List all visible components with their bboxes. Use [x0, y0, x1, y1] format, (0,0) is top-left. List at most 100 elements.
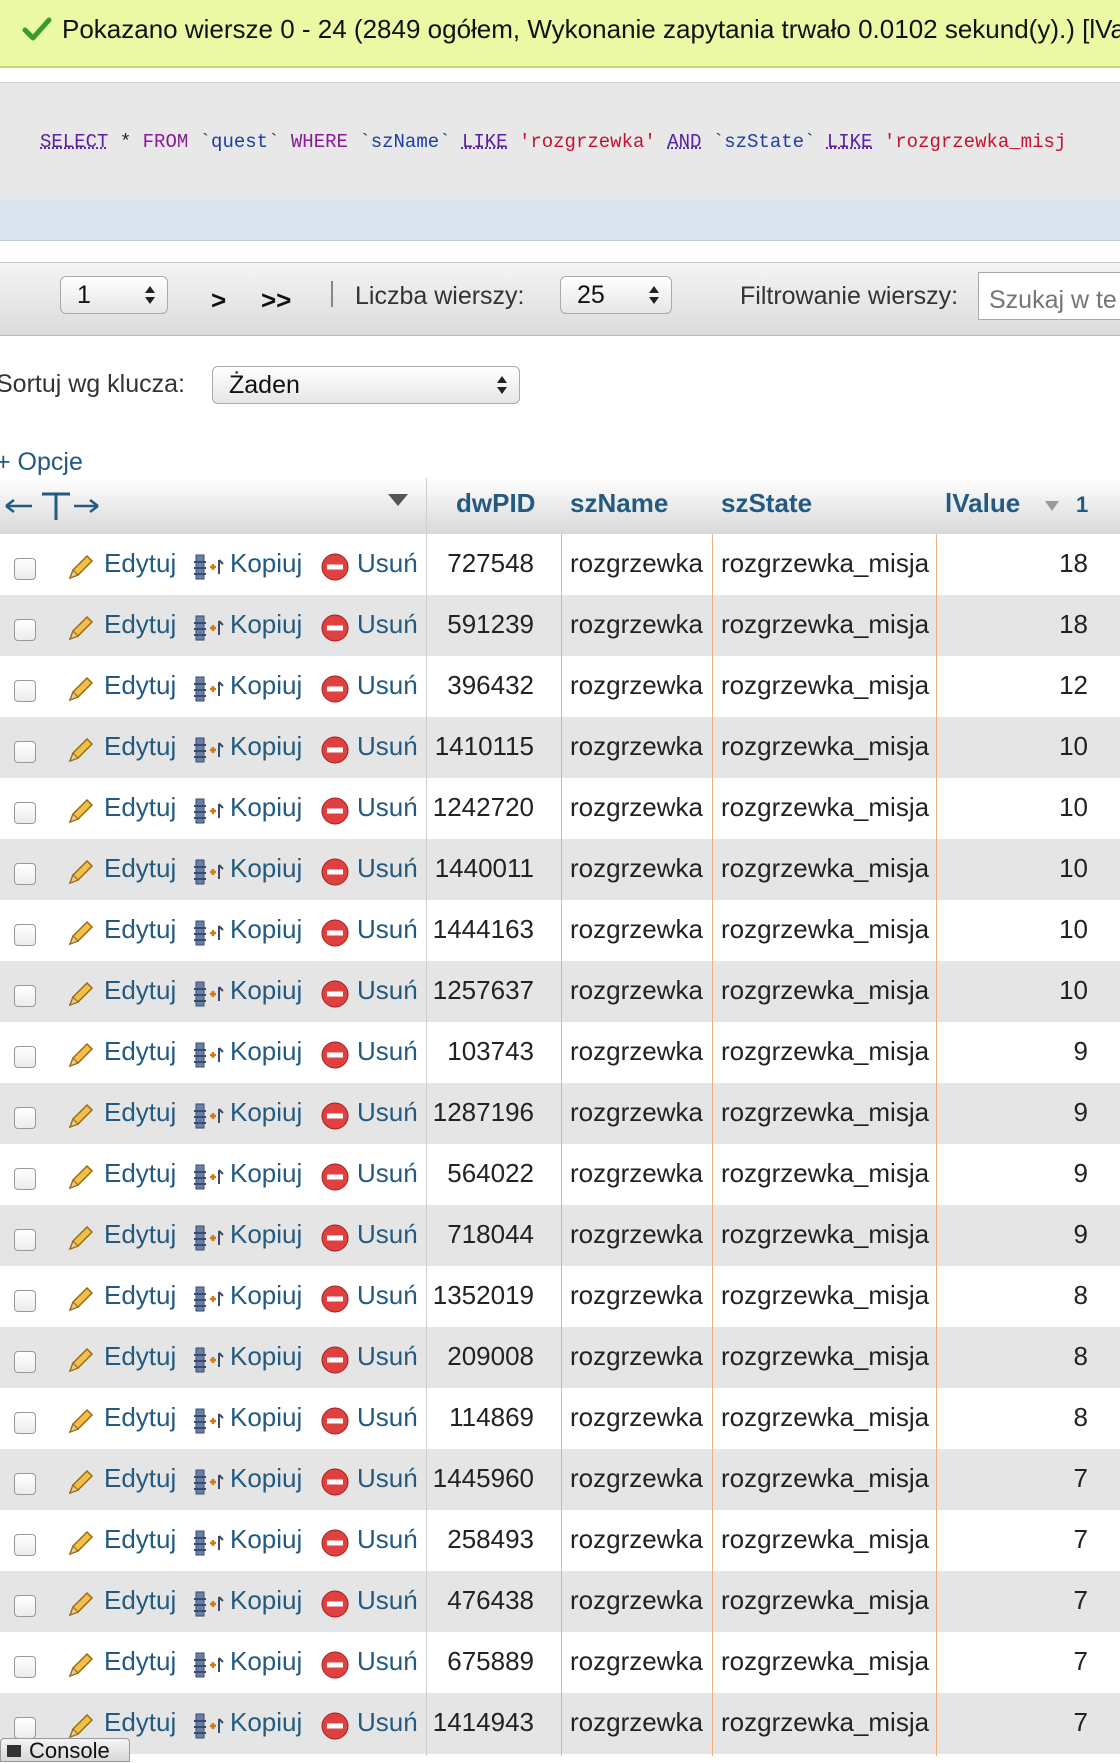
copy-row-link[interactable]: Kopiuj — [230, 731, 302, 762]
copy-row-link[interactable]: Kopiuj — [230, 1707, 302, 1738]
edit-row-link[interactable]: Edytuj — [104, 1646, 176, 1677]
rows-per-page-select[interactable]: 25 — [560, 276, 672, 314]
delete-row-link[interactable]: Usuń — [357, 1707, 418, 1738]
row-checkbox[interactable] — [14, 558, 36, 580]
next-page-button[interactable]: > — [211, 285, 226, 316]
edit-row-link[interactable]: Edytuj — [104, 1341, 176, 1372]
console-toggle[interactable]: Console — [0, 1738, 130, 1763]
copy-row-link[interactable]: Kopiuj — [230, 609, 302, 640]
delete-row-link[interactable]: Usuń — [357, 975, 418, 1006]
row-checkbox[interactable] — [14, 1046, 36, 1068]
last-page-button[interactable]: >> — [261, 285, 291, 316]
row-checkbox[interactable] — [14, 985, 36, 1007]
row-checkbox[interactable] — [14, 1595, 36, 1617]
row-checkbox[interactable] — [14, 1351, 36, 1373]
row-checkbox[interactable] — [14, 741, 36, 763]
edit-row-link[interactable]: Edytuj — [104, 1280, 176, 1311]
row-checkbox[interactable] — [14, 680, 36, 702]
copy-row-link[interactable]: Kopiuj — [230, 914, 302, 945]
delete-row-link[interactable]: Usuń — [357, 1097, 418, 1128]
edit-row-link[interactable]: Edytuj — [104, 1463, 176, 1494]
row-checkbox[interactable] — [14, 924, 36, 946]
copy-row-link[interactable]: Kopiuj — [230, 1158, 302, 1189]
delete-row-link[interactable]: Usuń — [357, 548, 418, 579]
edit-row-link[interactable]: Edytuj — [104, 1158, 176, 1189]
edit-row-link[interactable]: Edytuj — [104, 1707, 176, 1738]
edit-row-link[interactable]: Edytuj — [104, 1036, 176, 1067]
delete-row-link[interactable]: Usuń — [357, 1158, 418, 1189]
delete-row-link[interactable]: Usuń — [357, 1646, 418, 1677]
column-header-dwpid[interactable]: dwPID — [456, 488, 535, 519]
copy-row-link[interactable]: Kopiuj — [230, 1646, 302, 1677]
copy-row-link[interactable]: Kopiuj — [230, 1036, 302, 1067]
column-dropdown-icon[interactable] — [386, 492, 410, 508]
edit-row-link[interactable]: Edytuj — [104, 853, 176, 884]
copy-row-link[interactable]: Kopiuj — [230, 1280, 302, 1311]
options-toggle-link[interactable]: + Opcje — [0, 448, 83, 477]
delete-row-link[interactable]: Usuń — [357, 1219, 418, 1250]
row-checkbox[interactable] — [14, 1290, 36, 1312]
column-header-lvalue[interactable]: lValue — [945, 488, 1020, 519]
copy-row-link[interactable]: Kopiuj — [230, 1402, 302, 1433]
column-header-szname[interactable]: szName — [570, 488, 668, 519]
sort-key-select[interactable]: Żaden — [212, 366, 520, 404]
sql-query-text: SELECT * FROM `quest` WHERE `szName` LIK… — [40, 131, 1066, 153]
delete-row-link[interactable]: Usuń — [357, 1341, 418, 1372]
edit-row-link[interactable]: Edytuj — [104, 1219, 176, 1250]
copy-row-link[interactable]: Kopiuj — [230, 853, 302, 884]
copy-row-link[interactable]: Kopiuj — [230, 792, 302, 823]
edit-row-link[interactable]: Edytuj — [104, 548, 176, 579]
copy-row-link[interactable]: Kopiuj — [230, 1097, 302, 1128]
edit-row-link[interactable]: Edytuj — [104, 1585, 176, 1616]
copy-row-link[interactable]: Kopiuj — [230, 1524, 302, 1555]
row-checkbox[interactable] — [14, 1412, 36, 1434]
row-checkbox[interactable] — [14, 1656, 36, 1678]
delete-row-link[interactable]: Usuń — [357, 670, 418, 701]
edit-row-link[interactable]: Edytuj — [104, 609, 176, 640]
column-resize-icon[interactable] — [4, 490, 100, 522]
copy-row-link[interactable]: Kopiuj — [230, 548, 302, 579]
delete-row-link[interactable]: Usuń — [357, 731, 418, 762]
edit-row-link[interactable]: Edytuj — [104, 1097, 176, 1128]
edit-row-link[interactable]: Edytuj — [104, 975, 176, 1006]
row-checkbox[interactable] — [14, 1473, 36, 1495]
row-checkbox[interactable] — [14, 1229, 36, 1251]
edit-row-link[interactable]: Edytuj — [104, 914, 176, 945]
row-checkbox[interactable] — [14, 802, 36, 824]
row-checkbox[interactable] — [14, 1717, 36, 1739]
sort-desc-icon[interactable] — [1044, 500, 1060, 512]
edit-row-link[interactable]: Edytuj — [104, 731, 176, 762]
copy-row-link[interactable]: Kopiuj — [230, 1341, 302, 1372]
row-checkbox[interactable] — [14, 1107, 36, 1129]
row-checkbox[interactable] — [14, 1534, 36, 1556]
cell-lvalue: 8 — [1073, 1402, 1088, 1432]
copy-row-link[interactable]: Kopiuj — [230, 1463, 302, 1494]
copy-row-link[interactable]: Kopiuj — [230, 670, 302, 701]
row-checkbox[interactable] — [14, 863, 36, 885]
delete-row-link[interactable]: Usuń — [357, 853, 418, 884]
column-header-szstate[interactable]: szState — [721, 488, 812, 519]
delete-row-link[interactable]: Usuń — [357, 792, 418, 823]
edit-row-link[interactable]: Edytuj — [104, 670, 176, 701]
page-select[interactable]: 1 — [60, 276, 168, 314]
delete-row-link[interactable]: Usuń — [357, 914, 418, 945]
copy-row-link[interactable]: Kopiuj — [230, 975, 302, 1006]
delete-row-link[interactable]: Usuń — [357, 1280, 418, 1311]
row-checkbox[interactable] — [14, 1168, 36, 1190]
cell-szstate: rozgrzewka_misja — [721, 853, 930, 883]
copy-row-link[interactable]: Kopiuj — [230, 1219, 302, 1250]
filter-search-input[interactable] — [978, 272, 1120, 320]
copy-row-link[interactable]: Kopiuj — [230, 1585, 302, 1616]
edit-row-link[interactable]: Edytuj — [104, 1402, 176, 1433]
delete-row-link[interactable]: Usuń — [357, 1463, 418, 1494]
delete-row-link[interactable]: Usuń — [357, 1585, 418, 1616]
edit-row-link[interactable]: Edytuj — [104, 792, 176, 823]
delete-row-link[interactable]: Usuń — [357, 609, 418, 640]
delete-row-link[interactable]: Usuń — [357, 1524, 418, 1555]
pencil-icon — [68, 1103, 94, 1129]
delete-row-link[interactable]: Usuń — [357, 1036, 418, 1067]
row-checkbox[interactable] — [14, 619, 36, 641]
delete-row-link[interactable]: Usuń — [357, 1402, 418, 1433]
edit-row-link[interactable]: Edytuj — [104, 1524, 176, 1555]
